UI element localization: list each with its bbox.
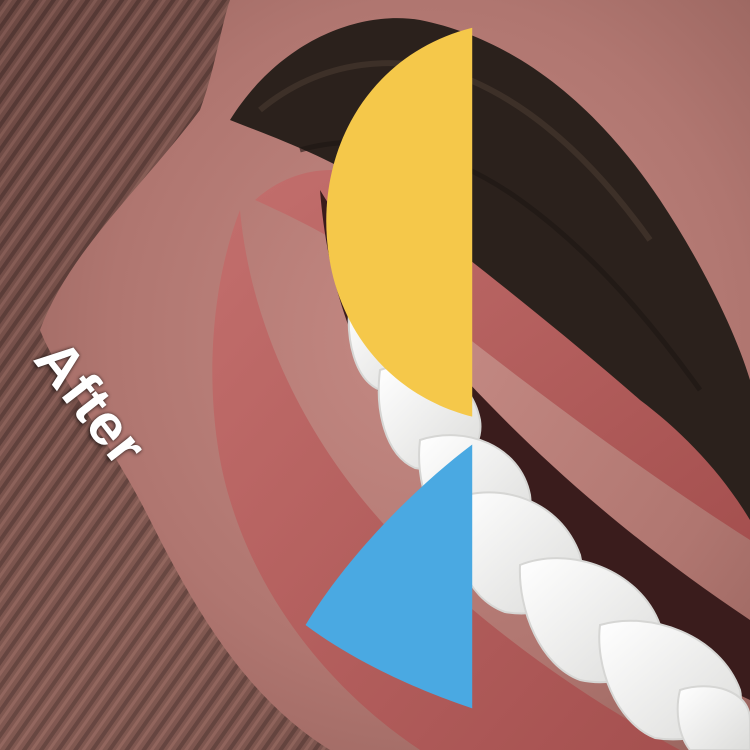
photo-scene: After — [0, 0, 750, 750]
brand-logo-icon — [305, 27, 473, 709]
